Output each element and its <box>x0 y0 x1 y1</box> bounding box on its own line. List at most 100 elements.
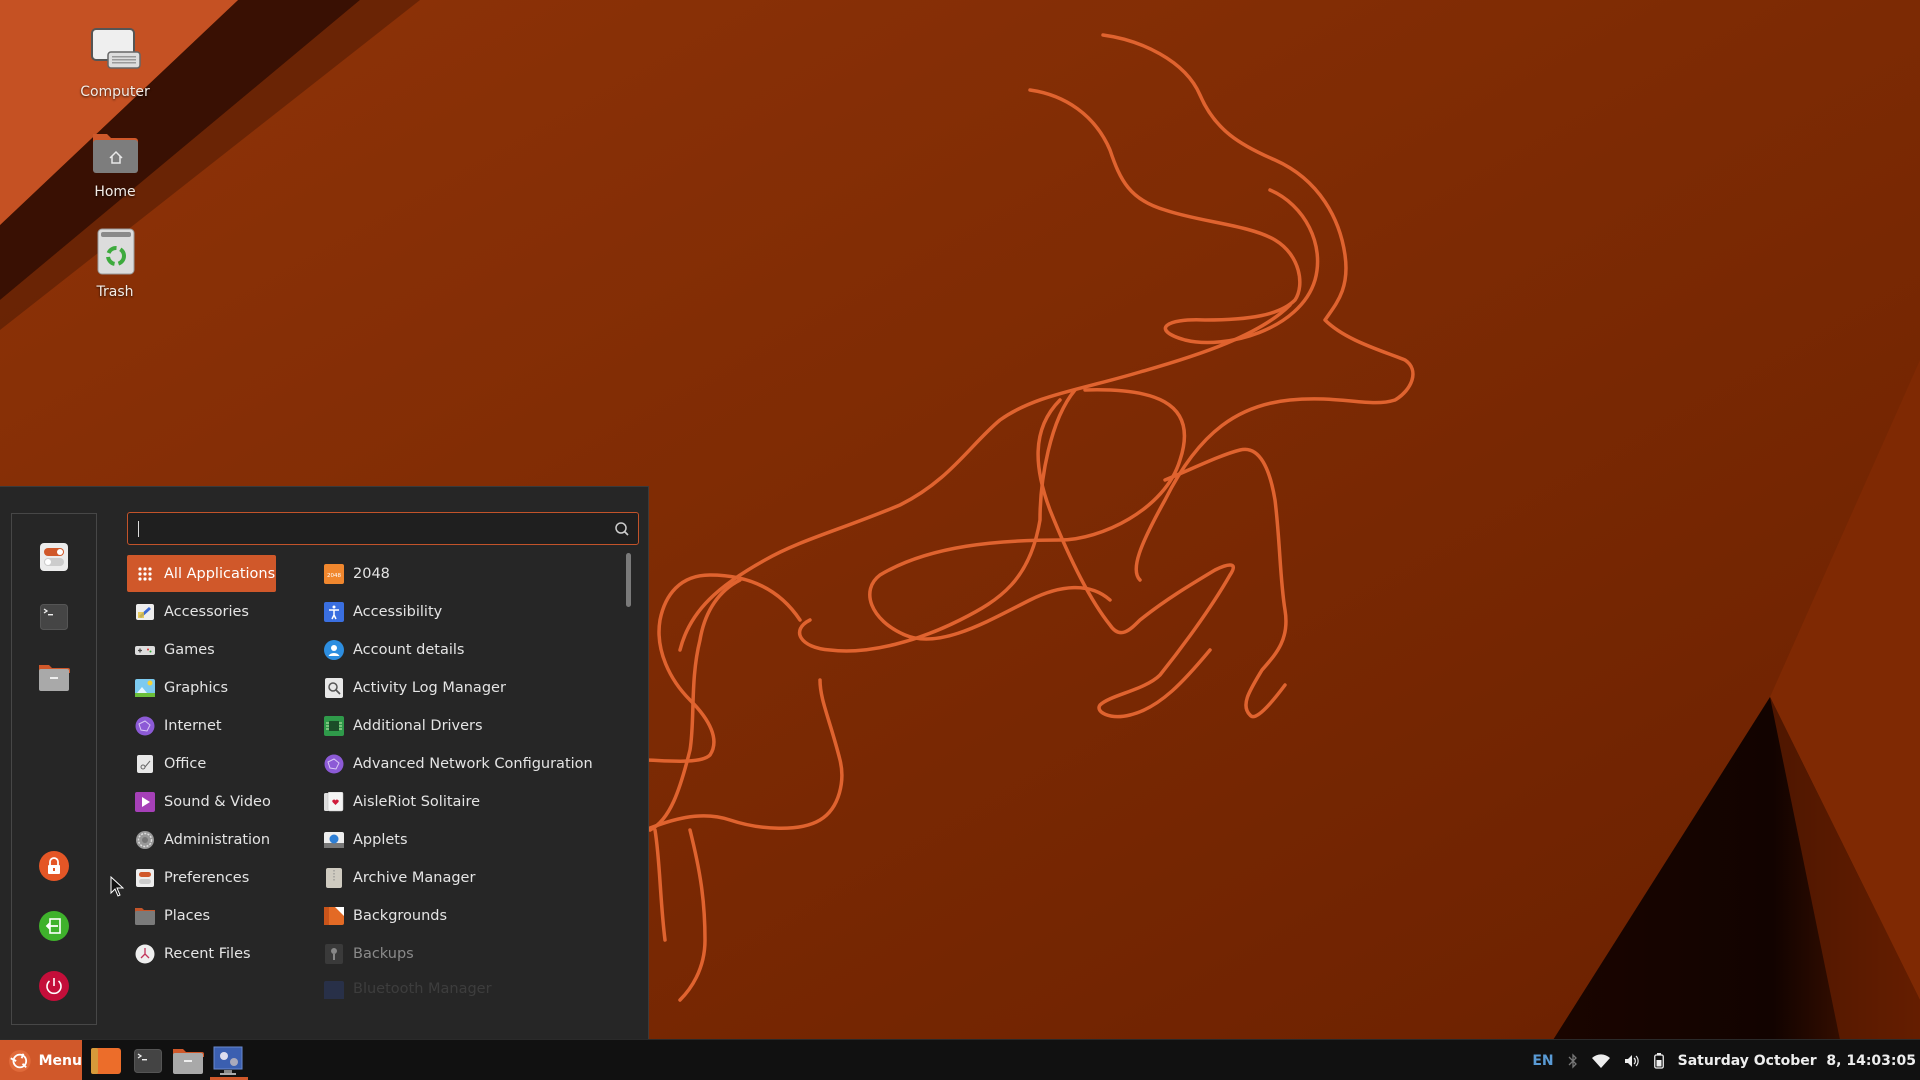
taskbar-launcher-orange-app[interactable] <box>90 1046 122 1076</box>
play-icon <box>135 791 155 812</box>
taskbar-launcher-files[interactable] <box>172 1046 204 1076</box>
app-bluetooth-manager[interactable]: Bluetooth Manager <box>324 981 614 999</box>
network-icon <box>324 754 344 774</box>
taskbar: Menu EN Saturday October 8, 14:03:05 <box>0 1039 1920 1080</box>
search-field[interactable] <box>127 512 639 545</box>
display-settings-icon <box>213 1046 243 1075</box>
category-label: Recent Files <box>164 945 251 962</box>
account-icon <box>324 639 344 660</box>
category-graphics[interactable]: Graphics <box>127 669 276 706</box>
app-account-details[interactable]: Account details <box>324 631 614 668</box>
lock-icon <box>39 851 69 881</box>
category-label: All Applications <box>164 565 276 582</box>
app-backups[interactable]: Backups <box>324 935 614 972</box>
category-label: Administration <box>164 831 271 848</box>
cards-icon <box>324 791 344 812</box>
app-2048[interactable]: 2048 2048 <box>324 555 614 592</box>
graphics-icon <box>135 678 155 698</box>
app-label: Activity Log Manager <box>353 679 506 696</box>
bluetooth-icon[interactable] <box>1568 1052 1578 1069</box>
menu-button[interactable]: Menu <box>0 1040 82 1080</box>
app-backgrounds[interactable]: Backgrounds <box>324 897 614 934</box>
backups-icon <box>324 943 344 964</box>
category-all-applications[interactable]: All Applications <box>127 555 276 592</box>
category-office[interactable]: Office <box>127 745 276 782</box>
menu-button-label: Menu <box>38 1052 82 1069</box>
sidebar-lock-button[interactable] <box>37 849 71 883</box>
category-label: Sound & Video <box>164 793 271 810</box>
battery-icon[interactable] <box>1653 1052 1664 1069</box>
app-label: 2048 <box>353 565 390 582</box>
category-games[interactable]: Games <box>127 631 276 668</box>
mouse-cursor-icon <box>110 876 124 897</box>
power-icon <box>39 971 69 1001</box>
desktop-icon-home[interactable]: Home <box>65 126 165 200</box>
accessories-icon <box>135 602 155 622</box>
app-label: Bluetooth Manager <box>353 981 492 997</box>
app-applets[interactable]: Applets <box>324 821 614 858</box>
archive-icon <box>324 867 344 888</box>
category-label: Graphics <box>164 679 229 696</box>
chip-icon <box>324 715 344 736</box>
search-input[interactable] <box>136 517 606 541</box>
trash-icon <box>88 226 142 280</box>
category-preferences[interactable]: Preferences <box>127 859 276 896</box>
category-label: Games <box>164 641 215 658</box>
clock[interactable]: Saturday October 8, 14:03:05 <box>1678 1053 1916 1069</box>
accessibility-icon <box>324 601 344 622</box>
taskbar-launcher-system-settings[interactable] <box>212 1046 244 1076</box>
admin-gear-icon <box>135 830 155 850</box>
app-activity-log-manager[interactable]: Activity Log Manager <box>324 669 614 706</box>
taskbar-launcher-terminal[interactable] <box>132 1046 164 1076</box>
sidebar-logout-button[interactable] <box>37 909 71 943</box>
app-label: Archive Manager <box>353 869 476 886</box>
folder-icon <box>39 665 70 691</box>
globe-icon <box>135 716 155 736</box>
app-label: Backups <box>353 945 414 962</box>
category-label: Preferences <box>164 869 250 886</box>
app-archive-manager[interactable]: Archive Manager <box>324 859 614 896</box>
category-sound-video[interactable]: Sound & Video <box>127 783 276 820</box>
app-additional-drivers[interactable]: Additional Drivers <box>324 707 614 744</box>
category-places[interactable]: Places <box>127 897 276 934</box>
app-list-scrollbar[interactable] <box>626 553 631 607</box>
category-label: Office <box>164 755 207 772</box>
app-label: Backgrounds <box>353 907 448 924</box>
settings-toggle-icon <box>40 543 68 571</box>
folder-icon <box>173 1049 204 1074</box>
svg-text:2048: 2048 <box>327 573 341 579</box>
category-recent-files[interactable]: Recent Files <box>127 935 276 972</box>
sidebar-terminal-button[interactable] <box>37 600 71 634</box>
category-accessories[interactable]: Accessories <box>127 593 276 630</box>
app-label: Advanced Network Configuration <box>353 755 593 772</box>
search-icon[interactable] <box>614 521 630 537</box>
app-label: AisleRiot Solitaire <box>353 793 481 810</box>
game-2048-icon: 2048 <box>324 563 344 584</box>
app-label: Applets <box>353 831 408 848</box>
desktop-icon-computer[interactable]: Computer <box>65 26 165 100</box>
desktop-icon-trash[interactable]: Trash <box>65 226 165 300</box>
app-aisleriot-solitaire[interactable]: AisleRiot Solitaire <box>324 783 614 820</box>
wifi-icon[interactable] <box>1591 1053 1610 1068</box>
terminal-icon <box>134 1049 162 1073</box>
app-accessibility[interactable]: Accessibility <box>324 593 614 630</box>
linux-mint-logo-icon <box>8 1049 31 1072</box>
grid-icon <box>135 564 155 584</box>
desktop-icon-label: Home <box>94 184 136 200</box>
sidebar-files-button[interactable] <box>37 660 71 694</box>
app-label: Additional Drivers <box>353 717 483 734</box>
places-folder-icon <box>135 906 155 926</box>
volume-icon[interactable] <box>1624 1054 1640 1068</box>
app-label: Account details <box>353 641 465 658</box>
activity-log-icon <box>324 677 344 698</box>
menu-sidebar <box>11 513 97 1025</box>
applets-icon <box>324 830 344 850</box>
app-advanced-network-configuration[interactable]: Advanced Network Configuration <box>324 745 614 782</box>
sidebar-shutdown-button[interactable] <box>37 969 71 1003</box>
keyboard-layout-indicator[interactable]: EN <box>1532 1053 1553 1069</box>
category-administration[interactable]: Administration <box>127 821 276 858</box>
system-tray: EN Saturday October 8, 14:03:05 <box>1532 1040 1920 1080</box>
orange-app-icon <box>91 1048 121 1074</box>
sidebar-settings-button[interactable] <box>37 540 71 574</box>
category-internet[interactable]: Internet <box>127 707 276 744</box>
